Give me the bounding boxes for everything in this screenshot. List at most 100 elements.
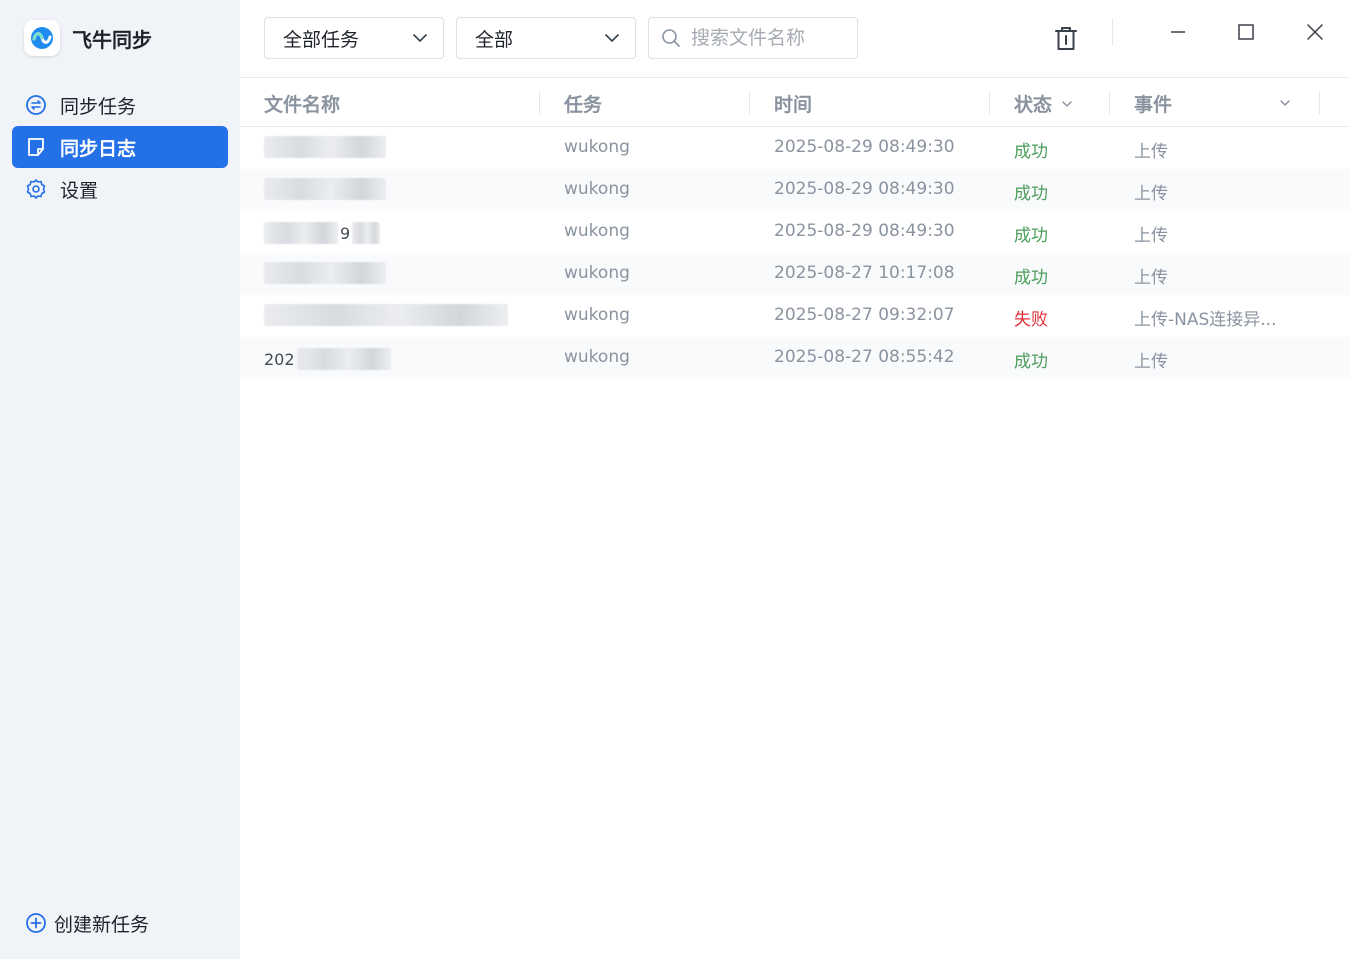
minimize-icon — [1171, 31, 1185, 33]
sidebar-item-label: 设置 — [60, 179, 99, 202]
close-icon — [1307, 24, 1323, 40]
redacted-filename — [296, 348, 391, 370]
redacted-filename — [264, 178, 386, 200]
sidebar-item-settings[interactable]: 设置 — [12, 168, 228, 210]
log-icon — [24, 135, 48, 159]
sidebar-nav: 同步任务 同步日志 设置 — [12, 84, 228, 210]
column-header-time: 时间 — [774, 90, 812, 117]
task-cell: wukong — [564, 179, 630, 199]
sidebar-item-label: 同步日志 — [60, 137, 137, 160]
minimize-button[interactable] — [1160, 14, 1196, 50]
sync-log-table: 文件名称 任务 时间 状态 事件 wukong 2025-08-29 08:49… — [240, 78, 1350, 379]
filename-cell: 202 — [264, 346, 391, 372]
table-row[interactable]: wukong 2025-08-29 08:49:30 成功 上传 — [240, 169, 1350, 211]
gear-icon — [24, 177, 48, 201]
time-cell: 2025-08-29 08:49:30 — [774, 221, 955, 241]
task-cell: wukong — [564, 305, 630, 325]
add-circle-icon — [24, 911, 48, 935]
chevron-down-icon — [413, 34, 427, 42]
filename-cell — [264, 178, 386, 204]
time-cell: 2025-08-29 08:49:30 — [774, 137, 955, 157]
column-header-label: 状态 — [1014, 94, 1053, 116]
event-cell: 上传-NAS连接异... — [1134, 310, 1277, 330]
chevron-down-icon — [1062, 100, 1072, 107]
create-task-label: 创建新任务 — [54, 913, 150, 936]
create-task-button[interactable]: 创建新任务 — [24, 906, 149, 940]
task-cell: wukong — [564, 137, 630, 157]
maximize-button[interactable] — [1228, 14, 1264, 50]
status-filter-select[interactable]: 全部 — [456, 17, 636, 59]
app-name: 飞牛同步 — [72, 27, 152, 52]
status-cell: 成功 — [1014, 352, 1048, 372]
table-row[interactable]: wukong 2025-08-27 10:17:08 成功 上传 — [240, 253, 1350, 295]
table-row[interactable]: 202 wukong 2025-08-27 08:55:42 成功 上传 — [240, 337, 1350, 379]
task-filter-select[interactable]: 全部任务 — [264, 17, 444, 59]
filename-cell — [264, 262, 386, 288]
event-cell: 上传 — [1134, 142, 1168, 162]
status-cell: 失败 — [1014, 310, 1048, 330]
close-button[interactable] — [1297, 14, 1333, 50]
search-box — [648, 17, 858, 59]
column-divider[interactable] — [539, 92, 540, 114]
status-cell: 成功 — [1014, 226, 1048, 246]
filename-visible-fragment: 202 — [264, 349, 295, 369]
redacted-filename — [264, 222, 338, 244]
app-logo-icon — [24, 20, 60, 56]
column-header-label: 事件 — [1134, 94, 1173, 116]
filename-cell — [264, 136, 386, 162]
search-input[interactable] — [691, 27, 841, 49]
brand: 飞牛同步 — [24, 20, 152, 56]
column-header-task: 任务 — [564, 90, 602, 117]
event-cell: 上传 — [1134, 184, 1168, 204]
column-header-label: 时间 — [774, 94, 813, 116]
column-header-status[interactable]: 状态 — [1014, 90, 1074, 117]
toolbar-divider — [1112, 18, 1113, 46]
status-cell: 成功 — [1014, 142, 1048, 162]
sidebar-item-sync-log[interactable]: 同步日志 — [12, 126, 228, 168]
column-header-event: 事件 — [1134, 90, 1172, 117]
table-header: 文件名称 任务 时间 状态 事件 — [240, 78, 1350, 127]
event-cell: 上传 — [1134, 352, 1168, 372]
toolbar: 全部任务 全部 — [240, 0, 1350, 78]
status-cell: 成功 — [1014, 268, 1048, 288]
event-cell: 上传 — [1134, 226, 1168, 246]
sidebar-item-label: 同步任务 — [60, 95, 137, 118]
column-divider[interactable] — [989, 92, 990, 114]
filename-visible-fragment: 9 — [340, 223, 351, 243]
redacted-filename — [264, 304, 508, 326]
table-row[interactable]: wukong 2025-08-29 08:49:30 成功 上传 — [240, 127, 1350, 169]
time-cell: 2025-08-27 09:32:07 — [774, 305, 955, 325]
column-divider[interactable] — [1109, 92, 1110, 114]
column-header-label: 任务 — [564, 94, 603, 116]
sync-task-icon — [24, 93, 48, 117]
event-cell: 上传 — [1134, 268, 1168, 288]
search-icon — [662, 29, 680, 47]
status-filter-value: 全部 — [475, 28, 514, 51]
sidebar: 飞牛同步 同步任务 同步日志 设置 创建新任务 — [0, 0, 240, 959]
trash-icon — [1055, 27, 1077, 50]
column-divider[interactable] — [1319, 92, 1320, 114]
filename-cell: 9 — [264, 220, 381, 246]
sidebar-item-sync-tasks[interactable]: 同步任务 — [12, 84, 228, 126]
task-cell: wukong — [564, 263, 630, 283]
maximize-icon — [1238, 24, 1254, 40]
column-header-filename: 文件名称 — [264, 90, 340, 117]
table-row[interactable]: 9 wukong 2025-08-29 08:49:30 成功 上传 — [240, 211, 1350, 253]
column-divider[interactable] — [749, 92, 750, 114]
redacted-filename — [264, 136, 386, 158]
clear-log-button[interactable] — [1048, 21, 1084, 57]
status-cell: 成功 — [1014, 184, 1048, 204]
filename-cell — [264, 304, 508, 330]
chevron-down-icon — [605, 34, 619, 42]
time-cell: 2025-08-29 08:49:30 — [774, 179, 955, 199]
table-row[interactable]: wukong 2025-08-27 09:32:07 失败 上传-NAS连接异.… — [240, 295, 1350, 337]
time-cell: 2025-08-27 10:17:08 — [774, 263, 955, 283]
task-cell: wukong — [564, 347, 630, 367]
event-filter-chevron-icon[interactable] — [1278, 96, 1292, 110]
redacted-filename — [264, 262, 386, 284]
task-filter-value: 全部任务 — [283, 28, 360, 51]
column-header-label: 文件名称 — [264, 94, 341, 116]
task-cell: wukong — [564, 221, 630, 241]
time-cell: 2025-08-27 08:55:42 — [774, 347, 955, 367]
redacted-filename — [352, 222, 381, 244]
